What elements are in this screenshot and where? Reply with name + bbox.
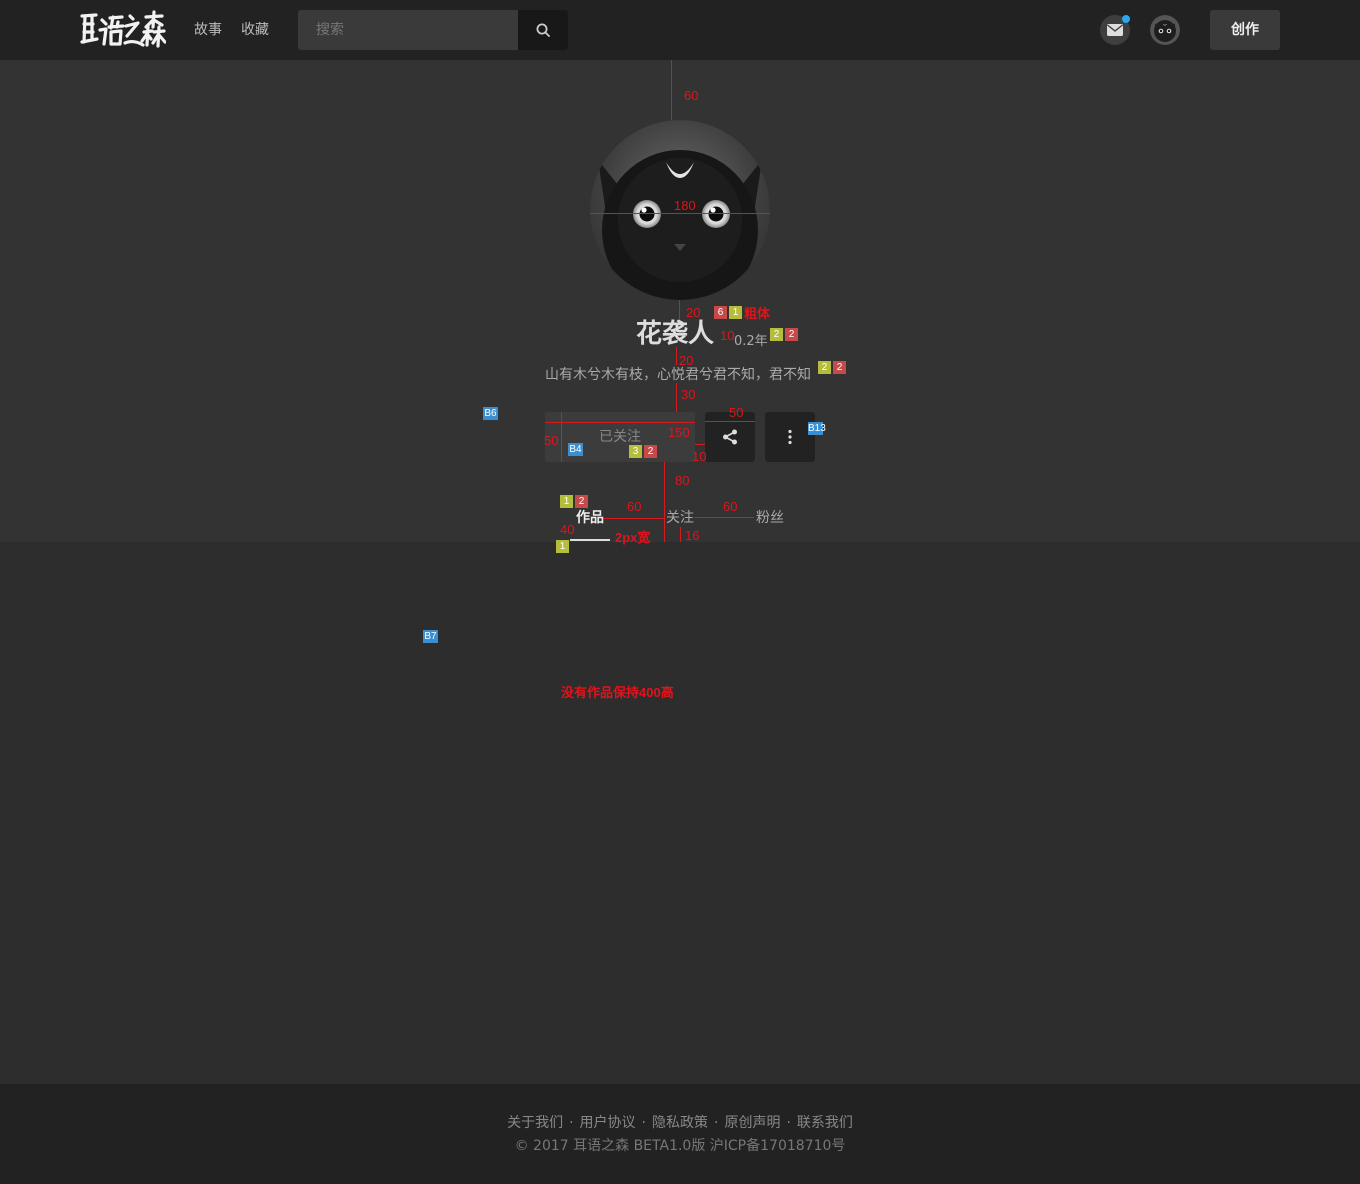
more-vertical-icon <box>788 429 792 445</box>
footer-link-terms[interactable]: 用户协议 <box>580 1115 636 1131</box>
measure-label: 50 <box>544 433 559 448</box>
measure-line <box>561 412 562 462</box>
measure-line <box>590 213 770 214</box>
spec-tag: 2 <box>818 361 831 374</box>
measure-label: 16 <box>685 528 700 543</box>
copyright-text: © 2017 耳语之森 BETA1.0版 沪ICP备17018710号 <box>514 1138 846 1154</box>
user-avatar[interactable] <box>1150 15 1180 45</box>
more-options-button[interactable] <box>765 412 815 462</box>
logo-calligraphy-icon <box>80 10 166 48</box>
measure-label: 50 <box>729 405 744 420</box>
footer-link-originality[interactable]: 原创声明 <box>724 1115 780 1131</box>
measure-line <box>671 60 672 120</box>
spec-tag: 2 <box>644 445 657 458</box>
footer-link-privacy[interactable]: 隐私政策 <box>652 1115 708 1131</box>
search-box <box>298 10 568 50</box>
active-tab-underline <box>570 539 610 541</box>
measure-label: 20 <box>686 305 701 320</box>
messages-button[interactable] <box>1100 15 1130 45</box>
footer-links: 关于我们 · 用户协议 · 隐私政策 · 原创声明 · 联系我们 <box>0 1114 1360 1132</box>
underline-note: 2px宽 <box>615 530 651 545</box>
spec-tag: 1 <box>560 495 573 508</box>
cat-avatar-small-icon <box>1150 15 1180 45</box>
measure-line <box>680 527 681 542</box>
share-icon <box>723 429 737 445</box>
top-navbar: 故事 收藏 搜索 创作 <box>0 0 1360 60</box>
measure-label: 10 <box>720 328 735 343</box>
measure-line <box>676 347 677 365</box>
footer-link-contact[interactable]: 联系我们 <box>797 1115 853 1131</box>
search-icon <box>536 23 550 37</box>
mail-icon <box>1107 24 1123 36</box>
measure-label: 80 <box>675 473 690 488</box>
measure-label: 60 <box>627 499 642 514</box>
measure-line <box>676 383 677 412</box>
nav-collections[interactable]: 收藏 <box>241 20 269 40</box>
measure-label: 180 <box>674 198 696 213</box>
footer-separator: · <box>641 1115 646 1131</box>
spec-tag: 6 <box>714 306 727 319</box>
create-button[interactable]: 创作 <box>1210 10 1280 50</box>
spec-tag: B13 <box>808 422 826 435</box>
works-content-area <box>0 542 1360 1084</box>
spec-tag: B4 <box>568 443 583 456</box>
profile-age: 0.2年 <box>734 334 768 349</box>
site-footer: 关于我们 · 用户协议 · 隐私政策 · 原创声明 · 联系我们 © 2017 耳语之森 BET… <box>0 1084 1360 1184</box>
measure-label: 10 <box>692 449 707 464</box>
profile-bio: 山有木兮木有枝，心悦君兮君不知，君不知 <box>545 367 811 383</box>
empty-state-note: 没有作品保持400高 <box>561 685 674 700</box>
spec-tag: B6 <box>483 407 498 420</box>
tab-works[interactable]: 作品 <box>576 509 604 527</box>
tab-fans[interactable]: 粉丝 <box>756 509 784 527</box>
nav-stories[interactable]: 故事 <box>194 20 222 40</box>
measure-label: 20 <box>679 353 694 368</box>
spec-tag: 2 <box>575 495 588 508</box>
site-logo[interactable] <box>80 10 166 50</box>
spec-tag: 3 <box>629 445 642 458</box>
measure-label: 40 <box>560 522 575 537</box>
spec-tag: 2 <box>770 328 783 341</box>
notification-dot <box>1122 15 1130 23</box>
measure-line <box>695 444 705 445</box>
spec-tag: 2 <box>785 328 798 341</box>
measure-label: 30 <box>681 387 696 402</box>
spec-tag: 1 <box>556 540 569 553</box>
footer-separator: · <box>569 1115 574 1131</box>
bold-note: 粗体 <box>744 306 771 321</box>
footer-separator: · <box>714 1115 719 1131</box>
search-input[interactable] <box>298 10 518 50</box>
measure-line <box>664 462 665 542</box>
profile-username: 花袭人 <box>636 319 715 349</box>
spec-tag: B7 <box>423 630 438 643</box>
search-button[interactable] <box>518 10 568 50</box>
tab-following[interactable]: 关注 <box>666 509 694 527</box>
page: 故事 收藏 搜索 创作 花袭人 0.2年 山有木兮木有枝，心悦君兮君不知，君不知… <box>0 0 1360 1184</box>
measure-line <box>545 422 695 423</box>
spec-tag: 1 <box>729 306 742 319</box>
footer-link-about[interactable]: 关于我们 <box>507 1115 563 1131</box>
footer-separator: · <box>786 1115 791 1131</box>
measure-line <box>679 300 680 320</box>
measure-label: 150 <box>668 425 690 440</box>
measure-line <box>604 518 664 519</box>
measure-label: 60 <box>684 88 699 103</box>
spec-tag: 2 <box>833 361 846 374</box>
measure-line <box>694 517 754 518</box>
measure-line <box>705 421 755 422</box>
measure-label: 60 <box>723 499 738 514</box>
